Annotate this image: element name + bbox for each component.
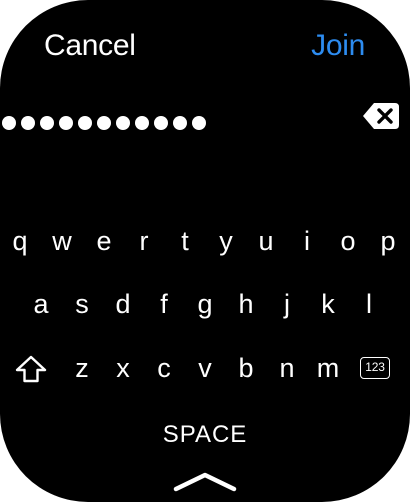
key-e[interactable]: e — [89, 221, 119, 261]
password-dot — [192, 116, 206, 130]
join-button[interactable]: Join — [311, 28, 365, 64]
key-p[interactable]: p — [373, 221, 403, 261]
key-d[interactable]: d — [108, 284, 138, 324]
key-m[interactable]: m — [313, 348, 343, 388]
chevron-up-icon[interactable] — [172, 470, 238, 492]
numbers-key[interactable]: 123 — [360, 357, 390, 379]
keyboard-row-3: zxcvbnm — [0, 348, 410, 388]
key-k[interactable]: k — [313, 284, 343, 324]
key-v[interactable]: v — [190, 348, 220, 388]
key-q[interactable]: q — [5, 221, 35, 261]
password-dot — [97, 116, 111, 130]
key-r[interactable]: r — [129, 221, 159, 261]
key-x[interactable]: x — [108, 348, 138, 388]
key-f[interactable]: f — [149, 284, 179, 324]
key-o[interactable]: o — [333, 221, 363, 261]
key-g[interactable]: g — [190, 284, 220, 324]
key-j[interactable]: j — [272, 284, 302, 324]
key-u[interactable]: u — [251, 221, 281, 261]
password-dot — [40, 116, 54, 130]
key-t[interactable]: t — [170, 221, 200, 261]
delete-backward-icon[interactable] — [362, 100, 400, 132]
keyboard-row-2: asdfghjkl — [0, 284, 410, 324]
password-dot — [21, 116, 35, 130]
keyboard-row-1: qwertyuiop — [0, 221, 410, 261]
key-s[interactable]: s — [67, 284, 97, 324]
password-dot — [78, 116, 92, 130]
password-dot — [173, 116, 187, 130]
key-b[interactable]: b — [231, 348, 261, 388]
key-z[interactable]: z — [67, 348, 97, 388]
key-c[interactable]: c — [149, 348, 179, 388]
password-dot — [2, 116, 16, 130]
watch-screen: Cancel Join qwertyuiop asdfghjkl zxcvbnm… — [0, 0, 410, 502]
key-w[interactable]: w — [47, 221, 77, 261]
key-n[interactable]: n — [272, 348, 302, 388]
shift-arrow-icon[interactable] — [14, 353, 48, 385]
space-key[interactable]: SPACE — [0, 419, 410, 451]
password-dot — [154, 116, 168, 130]
key-y[interactable]: y — [211, 221, 241, 261]
key-i[interactable]: i — [292, 221, 322, 261]
password-field[interactable] — [0, 110, 211, 136]
cancel-button[interactable]: Cancel — [44, 28, 136, 64]
key-a[interactable]: a — [26, 284, 56, 324]
password-dot — [116, 116, 130, 130]
password-dot — [135, 116, 149, 130]
key-l[interactable]: l — [354, 284, 384, 324]
password-dot — [59, 116, 73, 130]
key-h[interactable]: h — [231, 284, 261, 324]
